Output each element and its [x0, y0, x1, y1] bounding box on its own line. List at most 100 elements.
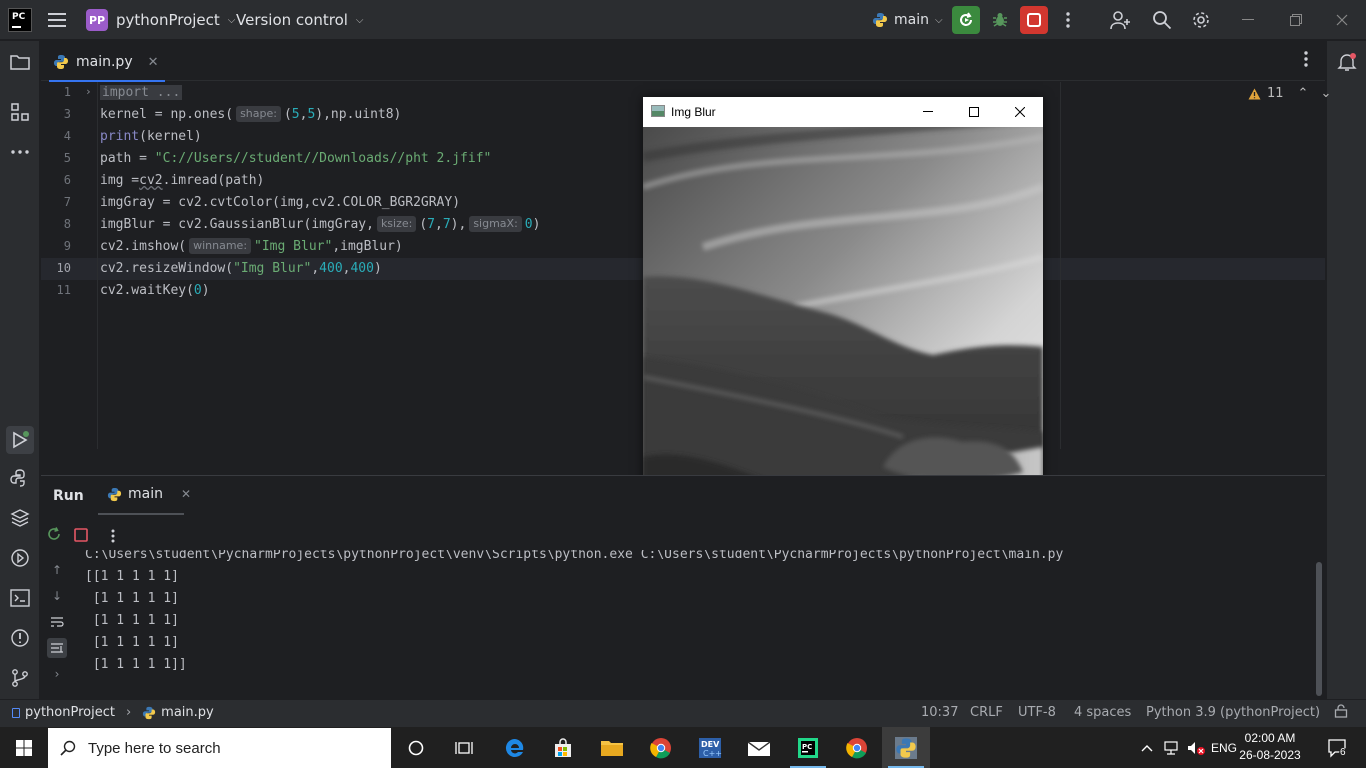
line-number: 9 — [63, 239, 71, 253]
search-icon[interactable] — [1150, 8, 1174, 32]
debug-button[interactable] — [988, 8, 1012, 32]
minimize-icon[interactable] — [905, 99, 951, 125]
restore-icon[interactable] — [1280, 8, 1312, 32]
structure-icon[interactable] — [8, 100, 32, 124]
chevron-up-icon[interactable]: ⌃ — [1298, 86, 1309, 101]
code-line[interactable]: img =cv2.imread(path) — [100, 170, 264, 192]
version-control-menu[interactable]: Version control ⌵ — [236, 6, 364, 34]
edge-browser-icon[interactable] — [491, 727, 539, 768]
close-tab-icon[interactable]: ✕ — [181, 487, 191, 501]
line-separator[interactable]: CRLF — [970, 705, 1003, 720]
maximize-icon[interactable] — [951, 99, 997, 125]
code-line[interactable]: imgGray = cv2.cvtColor(img,cv2.COLOR_BGR… — [100, 192, 460, 214]
app-logo-text: PC — [12, 12, 26, 22]
project-selector[interactable]: PP pythonProject ⌵ — [86, 6, 235, 34]
python-interpreter[interactable]: Python 3.9 (pythonProject) — [1146, 705, 1320, 720]
code-token: print — [100, 129, 140, 144]
volume-muted-icon[interactable] — [1184, 727, 1208, 768]
code-token: imgBlur = cv2.GaussianBlur(imgGray, — [100, 217, 374, 232]
code-line[interactable]: path = "C://Users//student//Downloads//p… — [100, 148, 491, 170]
problems-icon[interactable] — [8, 626, 32, 650]
stop-button[interactable] — [1020, 6, 1048, 34]
code-token: "Img Blur" — [233, 261, 312, 276]
console-line: [1 1 1 1 1] — [85, 613, 179, 628]
close-tab-icon[interactable]: ✕ — [148, 55, 159, 70]
cortana-icon[interactable] — [392, 727, 440, 768]
arrow-down-icon[interactable]: ↓ — [47, 586, 67, 606]
code-line[interactable]: import ... — [100, 82, 183, 104]
file-explorer-icon[interactable] — [588, 727, 636, 768]
store-icon[interactable] — [539, 727, 587, 768]
code-line[interactable]: cv2.waitKey(0) — [100, 280, 210, 302]
code-line[interactable]: kernel = np.ones(shape: (5,5),np.uint8) — [100, 104, 401, 126]
breadcrumb-file[interactable]: main.py — [161, 705, 214, 720]
chevron-down-icon[interactable]: ⌄ — [1320, 86, 1331, 101]
line-number: 11 — [56, 283, 71, 297]
more-options-icon[interactable] — [111, 528, 115, 547]
indent-setting[interactable]: 4 spaces — [1074, 705, 1131, 720]
inspection-widget[interactable]: 11 ⌃ ⌄ — [1248, 86, 1331, 101]
console-scrollbar[interactable] — [1316, 562, 1322, 696]
gear-icon[interactable] — [1189, 8, 1213, 32]
minimize-icon[interactable] — [1232, 8, 1264, 32]
close-icon[interactable] — [997, 99, 1043, 125]
task-view-icon[interactable] — [440, 727, 488, 768]
caret-position[interactable]: 10:37 — [921, 705, 958, 720]
opencv-image-window[interactable]: Img Blur — [643, 97, 1043, 527]
chrome-icon[interactable] — [833, 727, 881, 768]
more-tools-icon[interactable] — [8, 140, 32, 164]
soft-wrap-icon[interactable] — [47, 612, 67, 632]
pycharm-taskbar-icon[interactable]: PC — [784, 727, 832, 768]
close-icon[interactable] — [1326, 8, 1358, 32]
chevron-right-icon[interactable]: › — [47, 664, 67, 684]
python-console-icon[interactable] — [8, 466, 32, 490]
cv-window-titlebar[interactable]: Img Blur — [643, 97, 1043, 127]
run-tab-main[interactable]: main ✕ — [107, 486, 191, 502]
tab-main-py[interactable]: main.py ✕ — [49, 49, 165, 82]
arrow-up-icon[interactable]: ↑ — [47, 560, 67, 580]
code-token: cv2.waitKey( — [100, 283, 194, 298]
network-icon[interactable] — [1160, 727, 1184, 768]
notification-count: 6 — [1340, 747, 1346, 758]
services-icon[interactable] — [8, 546, 32, 570]
code-line[interactable]: cv2.imshow(winname: "Img Blur",imgBlur) — [100, 236, 403, 258]
layers-icon[interactable] — [8, 506, 32, 530]
more-actions-icon[interactable] — [1060, 8, 1076, 32]
add-user-icon[interactable] — [1109, 8, 1133, 32]
lock-icon[interactable] — [1334, 704, 1348, 718]
code-line[interactable]: cv2.resizeWindow("Img Blur",400,400) — [100, 258, 382, 280]
fold-chevron-icon[interactable]: › — [85, 85, 92, 98]
run-tool-icon[interactable] — [6, 426, 34, 454]
action-center-icon[interactable]: 6 — [1318, 727, 1358, 768]
windows-start-icon[interactable] — [0, 727, 48, 768]
active-tab-underline — [98, 513, 184, 515]
input-language[interactable]: ENG — [1208, 727, 1240, 768]
cv-window-title: Img Blur — [671, 105, 716, 119]
pycharm-logo-icon[interactable]: PC — [8, 8, 32, 32]
chrome-icon[interactable] — [637, 727, 685, 768]
code-token: cv2.imshow( — [100, 239, 187, 254]
scroll-to-end-icon[interactable] — [47, 638, 67, 658]
code-token: , — [435, 217, 443, 232]
terminal-icon[interactable] — [8, 586, 32, 610]
dev-cpp-icon[interactable]: DEV C++ — [686, 727, 734, 768]
code-line[interactable]: imgBlur = cv2.GaussianBlur(imgGray, ksize… — [100, 214, 540, 236]
file-encoding[interactable]: UTF-8 — [1018, 705, 1056, 720]
rerun-icon[interactable] — [46, 526, 62, 546]
stop-icon[interactable] — [74, 527, 88, 546]
system-clock[interactable]: 02:00 AM 26-08-2023 — [1238, 730, 1302, 764]
run-config-selector[interactable]: main ⌵ — [872, 6, 943, 34]
code-line[interactable]: print(kernel) — [100, 126, 202, 148]
main-menu-icon[interactable] — [48, 10, 70, 30]
git-icon[interactable] — [8, 666, 32, 690]
folder-icon[interactable] — [8, 50, 32, 74]
show-hidden-icons-icon[interactable] — [1136, 727, 1158, 768]
mail-icon[interactable] — [735, 727, 783, 768]
console-output[interactable]: C:\Users\student\PycharmProjects\pythonP… — [85, 550, 1315, 698]
taskbar-search-box[interactable]: Type here to search — [48, 728, 391, 768]
notifications-icon[interactable] — [1335, 50, 1359, 74]
python-taskbar-icon[interactable] — [882, 727, 930, 768]
editor-more-icon[interactable] — [1299, 51, 1313, 71]
breadcrumb-project[interactable]: pythonProject — [25, 705, 115, 720]
rerun-button[interactable] — [952, 6, 980, 34]
